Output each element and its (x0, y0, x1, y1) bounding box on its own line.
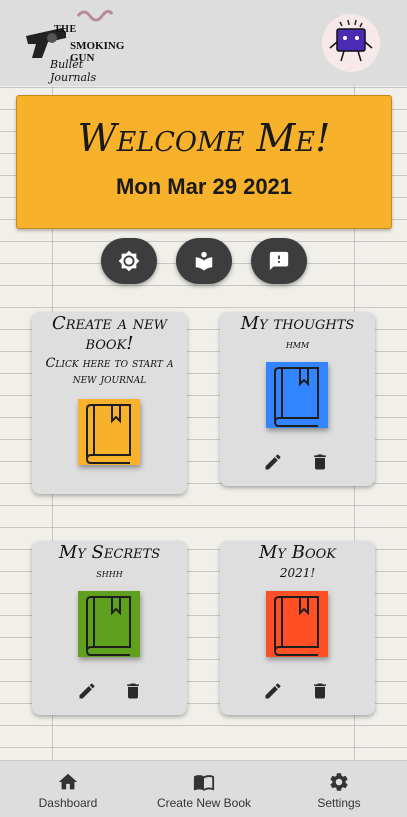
book-icon (273, 596, 319, 656)
book-title: My Book (259, 542, 336, 563)
nav-settings-label: Settings (317, 796, 361, 810)
book-card-my-book[interactable]: My Book 2021! (220, 541, 375, 715)
create-card-subtitle: Click here to start a new journal (45, 356, 174, 387)
welcome-heading: Welcome Me! (77, 116, 331, 160)
current-date: Mon Mar 29 2021 (115, 174, 293, 199)
open-book-icon (193, 775, 215, 791)
home-icon (58, 773, 78, 790)
brightness-icon (118, 250, 140, 272)
book-subtitle: shhh (96, 566, 123, 580)
logo-text-the: THE (54, 24, 77, 35)
book-cover[interactable] (78, 591, 140, 657)
delete-book-button[interactable] (121, 679, 145, 703)
feedback-button[interactable] (251, 238, 307, 284)
book-title: My Secrets (58, 542, 161, 563)
delete-book-button[interactable] (308, 679, 332, 703)
book-subtitle: hmm (285, 337, 310, 351)
trash-icon (314, 683, 326, 699)
pencil-icon (79, 683, 95, 699)
book-card-my-thoughts[interactable]: My thoughts hmm (220, 312, 375, 486)
delete-book-button[interactable] (308, 450, 332, 474)
book-icon (85, 404, 131, 464)
reading-mode-button[interactable] (176, 238, 232, 284)
book-cover[interactable] (266, 591, 328, 657)
create-book-card[interactable]: Create a new book! Click here to start a… (32, 312, 187, 494)
user-avatar[interactable] (322, 14, 380, 72)
book-cover[interactable] (266, 362, 328, 428)
book-subtitle: 2021! (279, 566, 316, 580)
edit-book-button[interactable] (75, 679, 99, 703)
book-icon (85, 596, 131, 656)
theme-toggle-button[interactable] (101, 238, 157, 284)
edit-book-button[interactable] (261, 450, 285, 474)
nav-create-new-book-label: Create New Book (156, 796, 252, 810)
purple-monster-avatar-icon (329, 19, 373, 62)
trash-icon (314, 454, 326, 470)
create-book-cover (78, 399, 140, 465)
pencil-icon (265, 454, 281, 470)
book-icon (273, 367, 319, 427)
book-card-my-secrets[interactable]: My Secrets shhh (32, 541, 187, 715)
bottom-navigation: Dashboard Create New Book Settings (0, 760, 407, 817)
welcome-banner: Welcome Me! Mon Mar 29 2021 (16, 95, 392, 229)
book-title: My thoughts (240, 313, 355, 334)
gear-icon (330, 773, 348, 791)
edit-book-button[interactable] (261, 679, 285, 703)
feedback-icon (269, 251, 289, 271)
top-bar: THE SMOKING GUN Bullet Journals (0, 0, 407, 86)
nav-create-new-book[interactable]: Create New Book (150, 761, 258, 817)
create-card-title: Create a new book! (52, 313, 167, 354)
trash-icon (127, 683, 139, 699)
nav-settings[interactable]: Settings (308, 761, 370, 817)
logo-text-bullet-journals: Bullet Journals (50, 58, 97, 84)
pencil-icon (265, 683, 281, 699)
nav-dashboard-label: Dashboard (38, 796, 98, 810)
nav-dashboard[interactable]: Dashboard (30, 761, 106, 817)
app-logo[interactable]: THE SMOKING GUN Bullet Journals (22, 6, 128, 84)
reading-book-icon (195, 251, 213, 271)
